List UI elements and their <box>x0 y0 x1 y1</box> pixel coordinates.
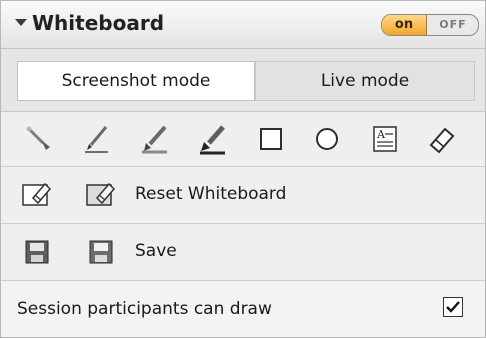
rectangle-icon[interactable] <box>253 121 289 157</box>
tab-screenshot-mode[interactable]: Screenshot mode <box>17 61 255 101</box>
panel-title: Whiteboard <box>32 11 165 35</box>
reset-whiteboard-row: Reset Whiteboard <box>1 167 485 224</box>
toggle-off-label: OFF <box>439 18 467 31</box>
save-row: Save <box>1 224 485 281</box>
text-icon[interactable]: A <box>367 121 403 157</box>
pointer-icon[interactable] <box>21 121 57 157</box>
whiteboard-on-off-toggle[interactable]: on OFF <box>381 14 479 36</box>
eraser-icon[interactable] <box>423 121 459 157</box>
save-button[interactable]: Save <box>135 241 177 261</box>
marker-icon[interactable] <box>195 121 231 157</box>
drawing-toolbar: A <box>1 112 485 167</box>
reset-whiteboard-button[interactable]: Reset Whiteboard <box>135 184 286 204</box>
toggle-on-label: on <box>382 15 427 35</box>
save-icon[interactable] <box>83 234 119 270</box>
checkmark-icon <box>446 301 460 313</box>
collapse-triangle-icon[interactable] <box>15 19 27 26</box>
participants-draw-label: Session participants can draw <box>17 299 272 319</box>
tab-live-mode[interactable]: Live mode <box>255 61 475 101</box>
pen-icon[interactable] <box>79 121 115 157</box>
reset-page-icon[interactable] <box>19 177 55 213</box>
whiteboard-panel: Whiteboard on OFF Screenshot mode Live m… <box>0 0 486 338</box>
panel-header: Whiteboard on OFF <box>1 1 485 49</box>
svg-text:A: A <box>376 128 386 141</box>
reset-whiteboard-icon[interactable] <box>83 177 119 213</box>
save-disk-icon[interactable] <box>19 234 55 270</box>
mode-tabs: Screenshot mode Live mode <box>1 49 485 112</box>
participants-draw-checkbox[interactable] <box>443 297 463 317</box>
ellipse-icon[interactable] <box>309 121 345 157</box>
participants-draw-row: Session participants can draw <box>1 281 485 337</box>
highlighter-icon[interactable] <box>137 121 173 157</box>
